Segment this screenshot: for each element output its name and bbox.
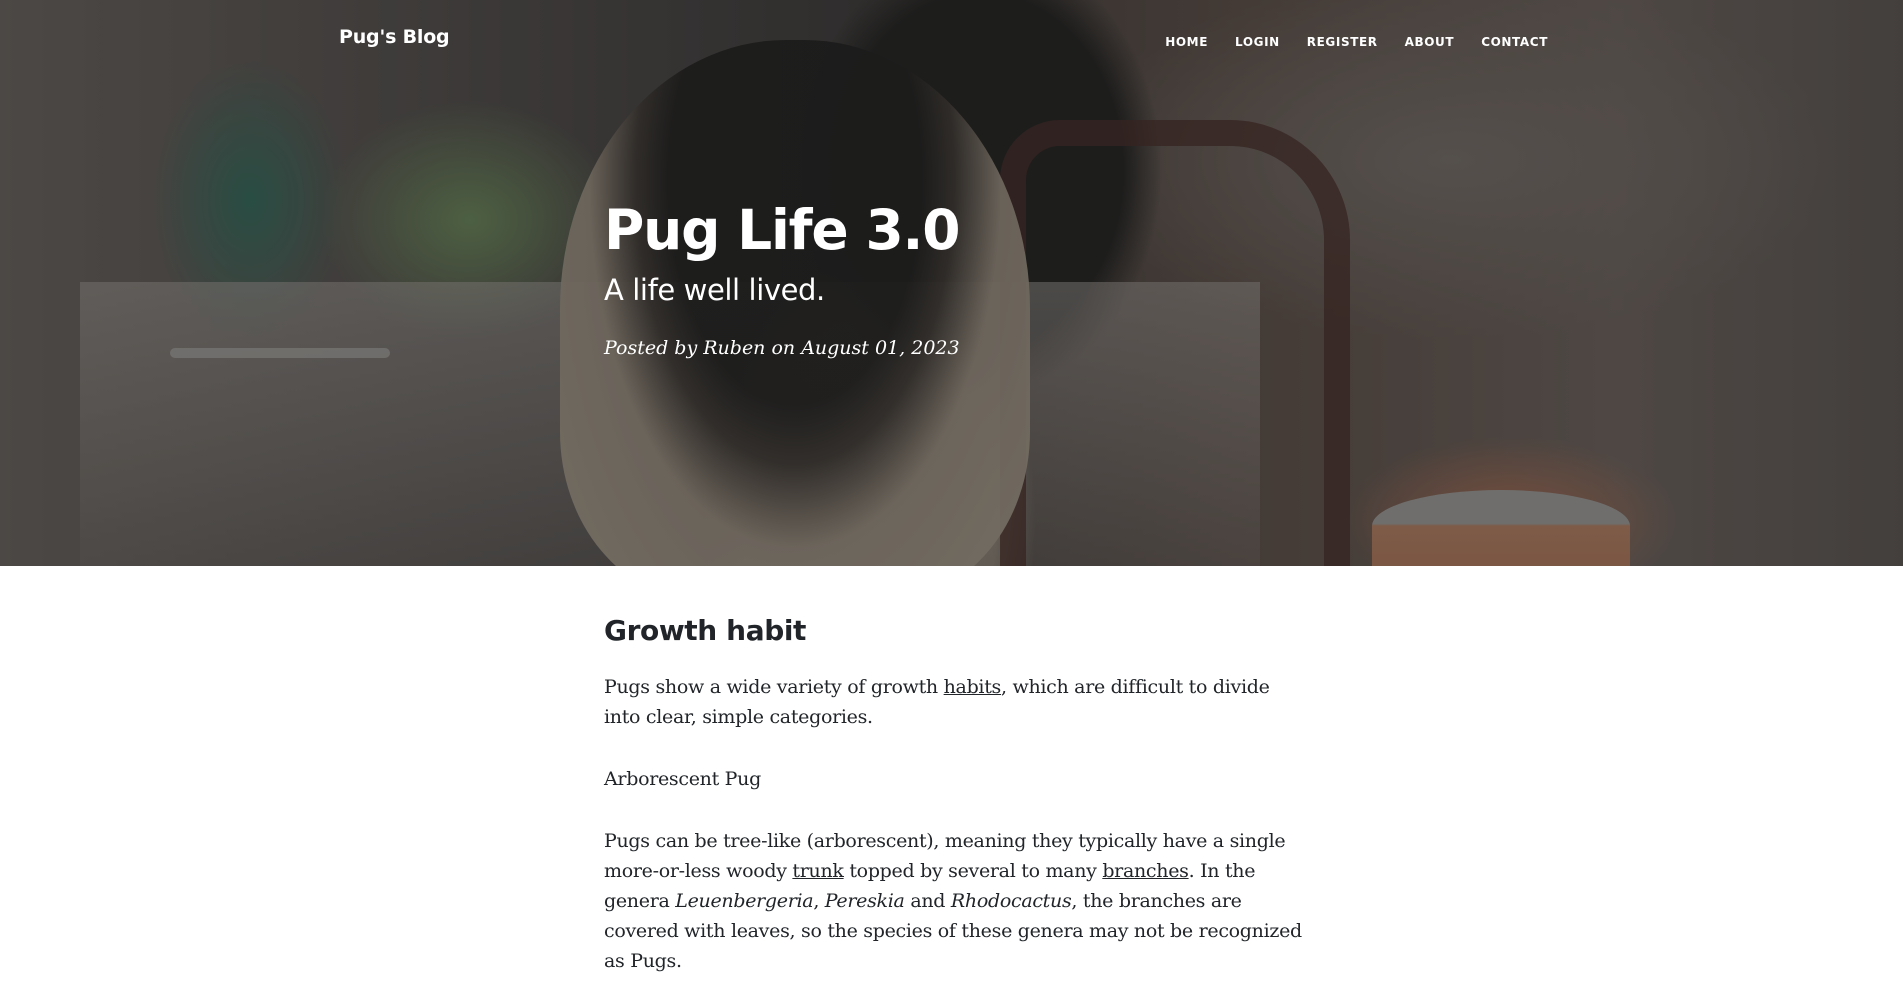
paragraph-text: Pugs show a wide variety of growth <box>604 676 944 698</box>
nav-item-home: HOME <box>1165 33 1208 51</box>
paragraph-arborescent-body: Pugs can be tree-like (arborescent), mea… <box>604 826 1304 976</box>
brand-link[interactable]: Pug's Blog <box>339 26 450 48</box>
hero-header: Pug's Blog HOME LOGIN REGISTER ABOUT CON… <box>0 0 1903 566</box>
genus-name: Rhodocactus <box>950 890 1072 912</box>
nav-link-about[interactable]: ABOUT <box>1405 35 1455 49</box>
nav-link-home[interactable]: HOME <box>1165 35 1208 49</box>
article-body: Growth habit Pugs show a wide variety of… <box>604 614 1304 1008</box>
nav-link-login[interactable]: LOGIN <box>1235 35 1280 49</box>
nav-item-login: LOGIN <box>1235 33 1280 51</box>
post-meta: Posted by Ruben on August 01, 2023 <box>604 337 960 359</box>
post-author: Ruben <box>703 336 766 359</box>
branches-link[interactable]: branches <box>1102 860 1189 882</box>
genus-name: Leuenbergeria <box>675 890 814 912</box>
paragraph-text: topped by several to many <box>843 860 1103 882</box>
nav-link-contact[interactable]: CONTACT <box>1481 35 1548 49</box>
nav-item-about: ABOUT <box>1405 33 1455 51</box>
nav-item-register: REGISTER <box>1307 33 1378 51</box>
paragraph-arborescent-title: Arborescent Pug <box>604 768 761 790</box>
post-title: Pug Life 3.0 <box>604 198 960 262</box>
post-date: August 01, 2023 <box>801 336 960 359</box>
section-heading: Growth habit <box>604 614 807 647</box>
trunk-link[interactable]: trunk <box>792 860 844 882</box>
genus-name: Pereskia <box>824 890 905 912</box>
post-heading: Pug Life 3.0 A life well lived. Posted b… <box>604 200 960 359</box>
paragraph-text: , <box>813 890 825 912</box>
main-navbar: Pug's Blog HOME LOGIN REGISTER ABOUT CON… <box>0 0 1903 80</box>
nav-item-contact: CONTACT <box>1481 33 1548 51</box>
paragraph-text: and <box>904 890 951 912</box>
post-meta-middle: on <box>765 336 802 359</box>
nav-links: HOME LOGIN REGISTER ABOUT CONTACT <box>1138 33 1548 51</box>
habits-link[interactable]: habits <box>944 676 1002 698</box>
paragraph-growth-intro: Pugs show a wide variety of growth habit… <box>604 672 1304 732</box>
nav-link-register[interactable]: REGISTER <box>1307 35 1378 49</box>
post-subtitle: A life well lived. <box>604 272 825 307</box>
post-meta-prefix: Posted by <box>604 336 704 359</box>
